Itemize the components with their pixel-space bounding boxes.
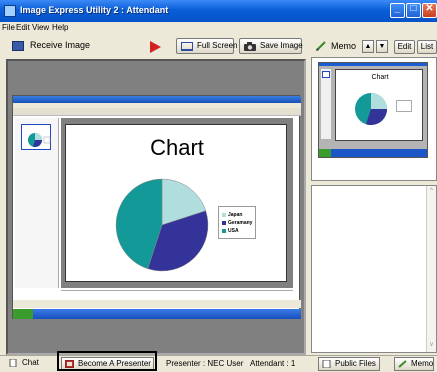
chat-icon: [9, 359, 17, 367]
full-screen-icon: [181, 42, 193, 51]
memo-label: Memo: [331, 41, 357, 51]
pie-chart: [115, 178, 209, 272]
list-button[interactable]: List: [417, 40, 437, 54]
minimize-icon: _: [394, 3, 401, 14]
memo-up-button[interactable]: ▲: [362, 40, 374, 53]
app-icon: [4, 5, 16, 17]
menu-help[interactable]: Help: [52, 23, 68, 32]
menu-file[interactable]: File: [2, 23, 15, 32]
scroll-up-icon[interactable]: ^: [428, 188, 435, 194]
memo-thumbnail[interactable]: Chart: [318, 62, 428, 158]
slide: Chart Japan Geramany USA: [65, 124, 287, 282]
camera-icon: [244, 42, 256, 51]
menu-edit[interactable]: Edit: [16, 23, 30, 32]
monitor-icon: [12, 41, 24, 51]
chart-legend: Japan Geramany USA: [218, 206, 256, 239]
memo-toolbar: Memo ▲ ▼ Edit List: [311, 37, 437, 57]
ppt-notes: [61, 290, 293, 296]
maximize-button[interactable]: □: [406, 3, 421, 18]
title-bar[interactable]: Image Express Utility 2 : Attendant _ □ …: [0, 0, 437, 22]
status-memo-button[interactable]: Memo: [394, 357, 434, 371]
ppt-slide-panel: [15, 118, 59, 288]
memo-scrollbar[interactable]: ^ v: [426, 186, 436, 352]
receive-image-label: Receive Image: [12, 40, 90, 51]
pencil-icon: [398, 360, 407, 368]
legend-japan: Japan: [222, 212, 242, 218]
pencil-icon: [316, 41, 326, 51]
received-screenshot: Chart Japan Geramany USA: [12, 95, 301, 319]
edit-button[interactable]: Edit: [394, 40, 415, 54]
ppt-titlebar: [13, 96, 301, 103]
received-image-viewport[interactable]: Chart Japan Geramany USA: [6, 59, 306, 355]
legend-geramany: Geramany: [222, 220, 252, 226]
app-window: Image Express Utility 2 : Attendant _ □ …: [0, 0, 437, 372]
maximize-icon: □: [410, 3, 417, 14]
chat-button[interactable]: Chat: [6, 357, 50, 371]
close-icon: ✕: [425, 3, 434, 14]
ppt-toolbar: [13, 108, 301, 116]
full-screen-button[interactable]: Full Screen: [176, 38, 237, 54]
close-button[interactable]: ✕: [422, 3, 437, 18]
memo-thumb-title: Chart: [371, 74, 389, 81]
receive-toolbar: Receive Image Full Screen Save Image: [6, 37, 306, 57]
attendant-text: Attendant : 1: [250, 359, 296, 368]
down-arrow-icon: ▼: [378, 43, 386, 50]
save-image-button[interactable]: Save Image: [239, 38, 303, 54]
up-arrow-icon: ▲: [364, 43, 372, 50]
pointer-arrow-icon[interactable]: [148, 40, 162, 54]
memo-thumbnail-panel[interactable]: Chart: [311, 57, 437, 181]
thumbnail-pie-icon: [28, 133, 51, 147]
file-icon: [322, 360, 331, 368]
slide-title: Chart: [150, 135, 204, 160]
ppt-slide-thumbnail: [21, 124, 51, 150]
memo-down-button[interactable]: ▼: [376, 40, 388, 53]
presenter-button-highlight: [57, 351, 157, 371]
presenter-text: Presenter : NEC User: [166, 359, 244, 368]
receive-panel: Receive Image Full Screen Save Image Cha…: [6, 37, 306, 355]
memo-text-area[interactable]: ^ v: [311, 185, 437, 353]
ppt-start-button: [13, 309, 33, 319]
menu-view[interactable]: View: [32, 23, 49, 32]
ppt-taskbar: [13, 309, 301, 319]
public-files-button[interactable]: Public Files: [318, 357, 380, 371]
scroll-down-icon[interactable]: v: [428, 342, 435, 348]
ppt-draw-toolbar: [13, 300, 301, 308]
minimize-button[interactable]: _: [390, 3, 405, 18]
window-title: Image Express Utility 2 : Attendant: [20, 5, 169, 15]
menu-bar: File Edit View Help: [0, 22, 437, 34]
memo-panel: Memo ▲ ▼ Edit List Chart ^ v: [311, 37, 437, 355]
legend-usa: USA: [222, 228, 239, 234]
memo-thumb-pie: [355, 93, 387, 126]
